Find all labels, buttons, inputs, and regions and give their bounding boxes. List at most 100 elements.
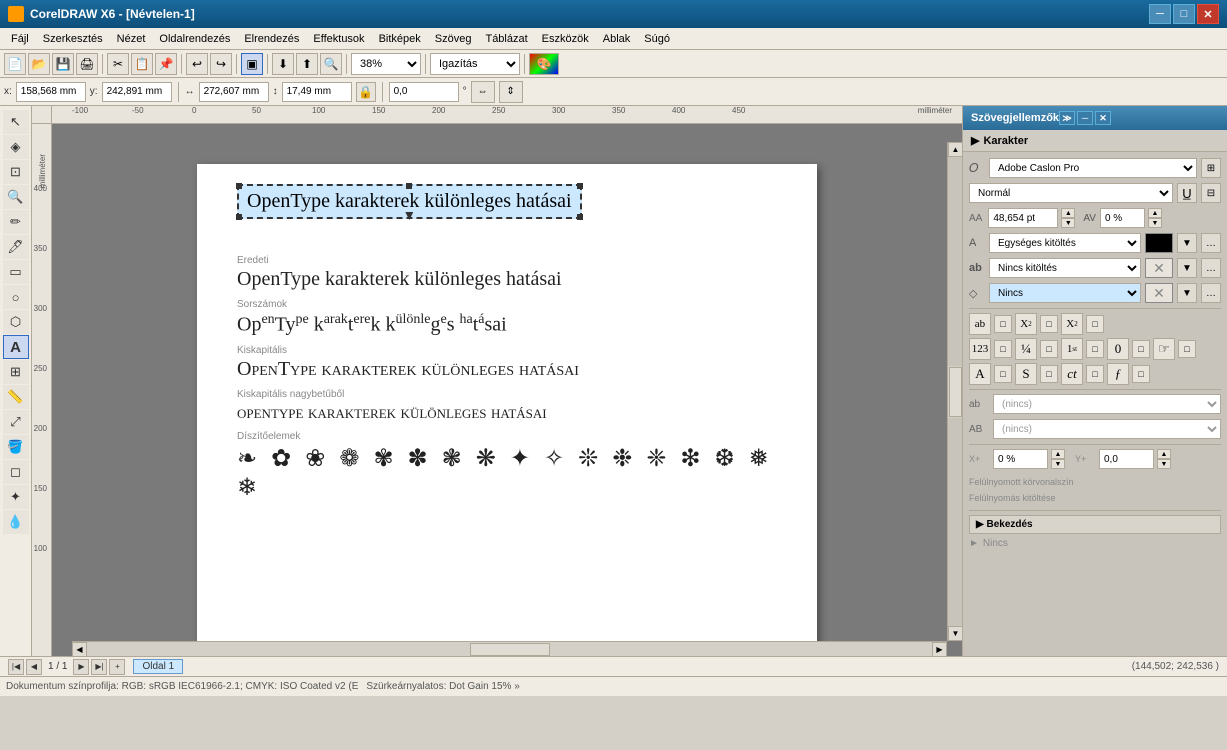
panel-close-btn[interactable]: ✕ — [1095, 111, 1111, 125]
glyph-ord[interactable]: 1st — [1061, 338, 1083, 360]
prev-page-btn[interactable]: ◀ — [26, 659, 42, 675]
glyph-f[interactable]: ƒ — [1107, 363, 1129, 385]
print-button[interactable]: 🖨 — [76, 53, 98, 75]
copy-button[interactable]: 📋 — [131, 53, 153, 75]
cut-button[interactable]: ✂ — [107, 53, 129, 75]
panel-expand-btn[interactable]: ≫ — [1059, 111, 1075, 125]
y-pos-input[interactable] — [1099, 449, 1154, 469]
flip-h-btn[interactable]: ⇔ — [471, 81, 495, 103]
menu-fajl[interactable]: Fájl — [4, 31, 36, 47]
poly-tool[interactable]: ⬡ — [3, 310, 29, 334]
add-page-btn[interactable]: + — [109, 659, 125, 675]
style-extra-btn[interactable]: ⊟ — [1201, 183, 1221, 203]
menu-szerkesztes[interactable]: Szerkesztés — [36, 31, 110, 47]
glyph-frac[interactable]: ¼ — [1015, 338, 1037, 360]
new-button[interactable]: 📄 — [4, 53, 26, 75]
fill-color-box[interactable] — [1145, 233, 1173, 253]
w-input[interactable] — [199, 82, 269, 102]
outline-dropdown-btn[interactable]: ▼ — [1177, 258, 1197, 278]
bekezdés-header[interactable]: ▶ Bekezdés — [969, 515, 1221, 534]
glyph-checkbox1[interactable]: □ — [994, 315, 1012, 333]
ellipse-tool[interactable]: ○ — [3, 285, 29, 309]
x-pos-down[interactable]: ▼ — [1051, 459, 1065, 469]
scroll-down-btn[interactable]: ▼ — [948, 626, 962, 641]
glyph-checkbox4[interactable]: □ — [994, 340, 1012, 358]
interactive-tool[interactable]: ✦ — [3, 485, 29, 509]
save-button[interactable]: 💾 — [52, 53, 74, 75]
font-size-input[interactable] — [988, 208, 1058, 228]
rect-tool[interactable]: ▭ — [3, 260, 29, 284]
font-size-down[interactable]: ▼ — [1061, 218, 1075, 228]
text-tool[interactable]: A — [3, 335, 29, 359]
glyph-checkbox5[interactable]: □ — [1040, 340, 1058, 358]
glyph-checkbox3[interactable]: □ — [1086, 315, 1104, 333]
glyph-zero[interactable]: 0 — [1107, 338, 1129, 360]
undo-button[interactable]: ↩ — [186, 53, 208, 75]
glyph-checkbox8[interactable]: □ — [1178, 340, 1196, 358]
collapse-icon[interactable]: ▶ — [971, 134, 979, 147]
glyph-S[interactable]: S — [1015, 363, 1037, 385]
underline-btn[interactable]: U̲ — [1177, 183, 1197, 203]
glyph-ct[interactable]: ct — [1061, 363, 1083, 385]
char-type-dropdown[interactable]: Nincs — [989, 283, 1141, 303]
measure-tool[interactable]: 📏 — [3, 385, 29, 409]
ab2-dropdown[interactable]: (nincs) — [993, 419, 1221, 439]
flip-v-btn[interactable]: ⇕ — [499, 81, 523, 103]
zoom-input[interactable]: 38% — [351, 53, 421, 75]
table-tool[interactable]: ⊞ — [3, 360, 29, 384]
menu-oldalrendezés[interactable]: Oldalrendezés — [152, 31, 237, 47]
font-name-dropdown[interactable]: Adobe Caslon Pro — [989, 158, 1197, 178]
close-button[interactable]: ✕ — [1197, 4, 1219, 24]
glyph-checkbox10[interactable]: □ — [1040, 365, 1058, 383]
glyph-xsub[interactable]: X2 — [1061, 313, 1083, 335]
scroll-up-btn[interactable]: ▲ — [948, 142, 962, 157]
scroll-left-btn[interactable]: ◀ — [72, 642, 87, 657]
lock-proportions-btn[interactable]: 🔒 — [356, 82, 376, 102]
page-tab[interactable]: Oldal 1 — [133, 659, 183, 674]
first-page-btn[interactable]: |◀ — [8, 659, 24, 675]
fill-dropdown-btn[interactable]: ▼ — [1177, 233, 1197, 253]
font-size-up[interactable]: ▲ — [1061, 208, 1075, 218]
align-dropdown[interactable]: Igazítás — [430, 53, 520, 75]
smart-draw-tool[interactable]: 🖊 — [3, 235, 29, 259]
x-input[interactable] — [16, 82, 86, 102]
minimize-button[interactable]: ─ — [1149, 4, 1171, 24]
x-pos-input[interactable] — [993, 449, 1048, 469]
handle-tr[interactable] — [577, 183, 583, 189]
export-button[interactable]: ⬆ — [296, 53, 318, 75]
menu-ablak[interactable]: Ablak — [596, 31, 638, 47]
outline-tool[interactable]: ◻ — [3, 460, 29, 484]
freehand-tool[interactable]: ✏ — [3, 210, 29, 234]
color-btn[interactable]: 🎨 — [529, 53, 559, 75]
last-page-btn[interactable]: ▶| — [91, 659, 107, 675]
bekezdés-expand[interactable]: ▶ — [976, 519, 984, 530]
maximize-button[interactable]: □ — [1173, 4, 1195, 24]
menu-súgó[interactable]: Súgó — [637, 31, 677, 47]
glyph-checkbox11[interactable]: □ — [1086, 365, 1104, 383]
char-more-btn[interactable]: … — [1201, 283, 1221, 303]
x-pos-up[interactable]: ▲ — [1051, 449, 1065, 459]
tracking-down[interactable]: ▼ — [1148, 218, 1162, 228]
color-eyedropper-tool[interactable]: 💧 — [3, 510, 29, 534]
zoom-dropdown-btn[interactable]: 🔍 — [320, 53, 342, 75]
menu-bitképek[interactable]: Bitképek — [372, 31, 428, 47]
glyph-checkbox2[interactable]: □ — [1040, 315, 1058, 333]
glyph-xsup[interactable]: X2 — [1015, 313, 1037, 335]
glyph-sub[interactable]: ab — [969, 313, 991, 335]
scroll-right-btn[interactable]: ▶ — [932, 642, 947, 657]
connector-tool[interactable]: ⤢ — [3, 410, 29, 434]
glyph-A[interactable]: A — [969, 363, 991, 385]
menu-eszközök[interactable]: Eszközök — [535, 31, 596, 47]
ab1-dropdown[interactable]: (nincs) — [993, 394, 1221, 414]
outline-type-dropdown[interactable]: Nincs kitöltés — [989, 258, 1141, 278]
node-tool[interactable]: ◈ — [3, 135, 29, 159]
handle-tc[interactable] — [406, 183, 412, 189]
font-style-dropdown[interactable]: Normál — [969, 183, 1173, 203]
glyph-checkbox7[interactable]: □ — [1132, 340, 1150, 358]
redo-button[interactable]: ↪ — [210, 53, 232, 75]
menu-nezet[interactable]: Nézet — [110, 31, 153, 47]
fill-type-dropdown[interactable]: Egységes kitöltés — [989, 233, 1141, 253]
glyph-checkbox6[interactable]: □ — [1086, 340, 1104, 358]
canvas-content[interactable]: OpenType karakterek különleges hatásai E… — [52, 124, 962, 656]
crop-tool[interactable]: ⊡ — [3, 160, 29, 184]
